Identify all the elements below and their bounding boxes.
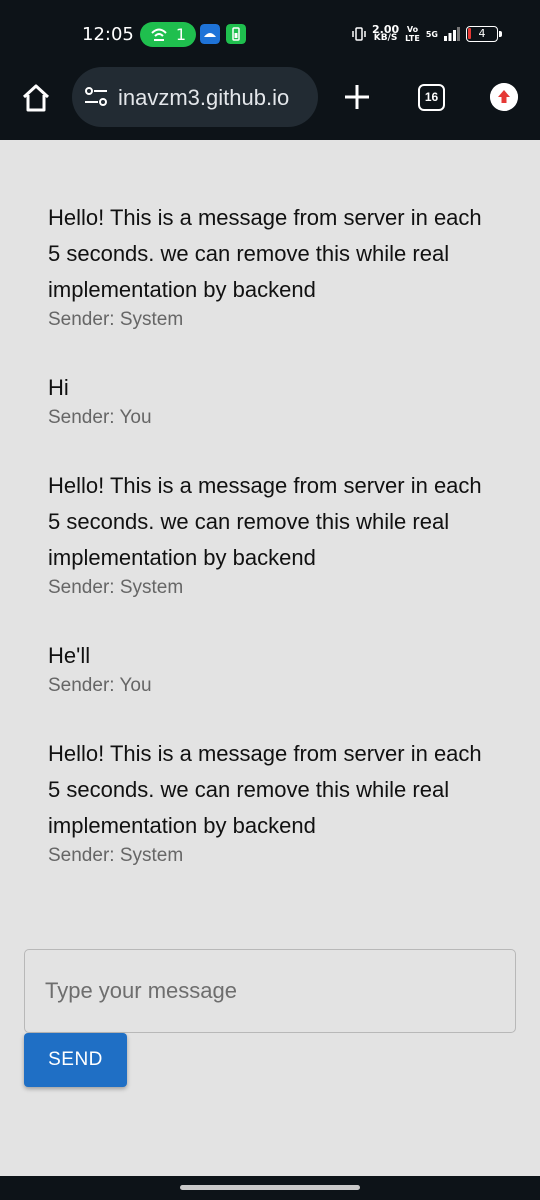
gesture-nav-bar <box>0 1176 540 1200</box>
battery-icon: 4 <box>466 26 502 42</box>
hotspot-indicator[interactable]: 1 <box>140 22 196 47</box>
message-sender: Sender: System <box>48 845 184 866</box>
vibrate-icon <box>352 27 366 41</box>
battery-saver-notification-icon <box>226 24 246 44</box>
message-item: He'll Sender: You <box>48 638 498 698</box>
status-clock: 12:05 <box>82 24 134 45</box>
url-text: inavzm3.github.io <box>118 85 290 110</box>
update-menu-icon[interactable] <box>490 83 518 111</box>
tab-switcher-button[interactable]: 16 <box>418 84 445 111</box>
message-item: Hi Sender: You <box>48 370 498 430</box>
send-button[interactable]: SEND <box>24 1033 127 1087</box>
message-sender: Sender: You <box>48 407 152 428</box>
message-sender: Sender: You <box>48 675 152 696</box>
signal-icon <box>444 27 460 41</box>
hotspot-count: 1 <box>175 25 187 44</box>
message-input[interactable] <box>24 949 516 1033</box>
message-text: Hello! This is a message from server in … <box>48 205 482 302</box>
network-speed: 2.00 KB/S <box>372 23 400 43</box>
message-item: Hello! This is a message from server in … <box>48 468 498 600</box>
message-sender: Sender: System <box>48 577 184 598</box>
network-type: 5G <box>425 29 438 39</box>
message-text: He'll <box>48 643 91 668</box>
volte-indicator: Vo LTE <box>405 25 420 43</box>
address-bar[interactable]: inavzm3.github.io <box>72 67 318 127</box>
message-item: Hello! This is a message from server in … <box>48 736 498 868</box>
new-tab-icon[interactable] <box>342 82 372 112</box>
site-settings-icon[interactable] <box>84 86 108 108</box>
message-text: Hello! This is a message from server in … <box>48 741 482 838</box>
status-bar: 12:05 1 2.00 KB/S Vo LTE 5G 4 <box>0 0 540 64</box>
browser-toolbar: inavzm3.github.io 16 <box>0 64 540 140</box>
app-notification-icon <box>200 24 220 44</box>
message-sender: Sender: System <box>48 309 184 330</box>
system-indicators: 2.00 KB/S Vo LTE 5G 4 <box>352 22 502 46</box>
message-list: Hello! This is a message from server in … <box>48 200 498 906</box>
message-text: Hello! This is a message from server in … <box>48 473 482 570</box>
message-text: Hi <box>48 375 69 400</box>
home-icon[interactable] <box>18 80 54 116</box>
wifi-hotspot-icon <box>151 28 167 41</box>
message-item: Hello! This is a message from server in … <box>48 200 498 332</box>
gesture-handle[interactable] <box>180 1185 360 1190</box>
